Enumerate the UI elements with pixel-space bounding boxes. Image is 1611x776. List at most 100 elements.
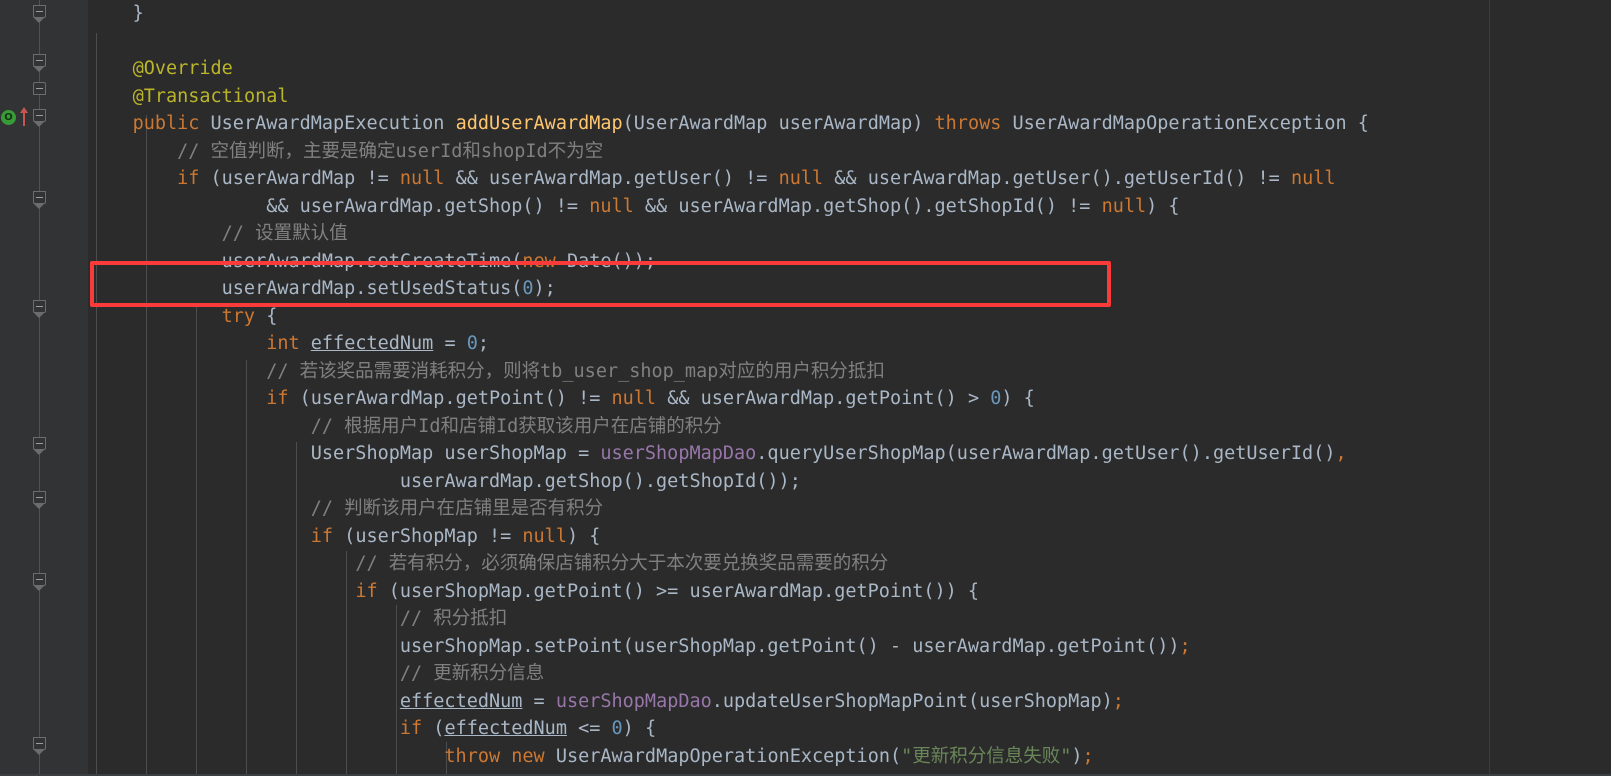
code-token: @Transactional xyxy=(132,85,289,107)
code-token: ) { xyxy=(1146,195,1180,217)
code-token: try xyxy=(221,305,256,327)
override-method-icon[interactable]: O xyxy=(1,106,35,126)
code-token: null xyxy=(399,168,445,189)
code-token: if xyxy=(177,168,200,189)
code-line[interactable]: // 若有积分，必须确保店铺积分大于本次要兑换奖品需要的积分 xyxy=(88,550,1611,578)
fold-marker-5[interactable] xyxy=(33,300,46,318)
fold-marker-8[interactable] xyxy=(33,573,46,591)
code-line[interactable]: // 判断该用户在店铺里是否有积分 xyxy=(88,495,1611,523)
code-line[interactable]: // 根据用户Id和店铺Id获取该用户在店铺的积分 xyxy=(88,413,1611,441)
code-token: effectedNum xyxy=(399,690,523,712)
code-token: ; xyxy=(1112,690,1124,712)
code-token: && userAwardMap.getUser() != xyxy=(444,168,779,189)
code-token: userAwardMap.setCreateTime( xyxy=(88,250,523,272)
code-token: addUserAwardMap xyxy=(455,113,623,134)
code-line[interactable]: if (effectedNum <= 0) { xyxy=(88,715,1611,743)
code-token: userAwardMap.getShop().getShopId()); xyxy=(88,470,801,492)
code-line[interactable]: // 空值判断，主要是确定userId和shopId不为空 xyxy=(88,138,1611,166)
code-lines-container[interactable]: } @Override @Transactional public UserAw… xyxy=(88,0,1611,770)
code-line[interactable]: throw new UserAwardMapOperationException… xyxy=(88,743,1611,771)
code-token: Date()); xyxy=(555,250,657,272)
code-line[interactable]: // 积分抵扣 xyxy=(88,605,1611,633)
code-token: null xyxy=(522,525,567,547)
code-token: // 积分抵扣 xyxy=(399,608,508,629)
code-token: null xyxy=(1101,195,1147,217)
code-editor: O } @Override @Transactional public User… xyxy=(0,0,1611,776)
code-token: ( xyxy=(422,718,445,739)
code-token: .queryUserShopMap(userAwardMap.getUser()… xyxy=(756,443,1336,464)
code-token: new xyxy=(511,745,545,767)
code-text-area[interactable]: } @Override @Transactional public UserAw… xyxy=(88,0,1611,776)
code-token: (userShopMap.getPoint() >= userAwardMap.… xyxy=(377,580,980,602)
code-token: UserAwardMapExecution xyxy=(199,113,456,134)
code-token: "更新积分信息失败" xyxy=(901,745,1072,767)
code-line[interactable]: if (userAwardMap != null && userAwardMap… xyxy=(88,165,1611,193)
code-line[interactable]: userAwardMap.setCreateTime(new Date()); xyxy=(88,248,1611,276)
code-line[interactable]: @Override xyxy=(88,55,1611,83)
code-line[interactable]: public UserAwardMapExecution addUserAwar… xyxy=(88,110,1611,138)
code-token: ) { xyxy=(1001,388,1035,409)
code-line[interactable]: && userAwardMap.getShop() != null && use… xyxy=(88,193,1611,221)
code-line[interactable]: effectedNum = userShopMapDao.updateUserS… xyxy=(88,688,1611,716)
code-line[interactable] xyxy=(88,28,1611,56)
code-line[interactable]: if (userShopMap.getPoint() >= userAwardM… xyxy=(88,578,1611,606)
code-line[interactable]: // 若该奖品需要消耗积分，则将tb_user_shop_map对应的用户积分抵… xyxy=(88,358,1611,386)
code-line[interactable]: } xyxy=(88,0,1611,28)
code-token: { xyxy=(255,305,278,327)
code-token: .updateUserShopMapPoint(userShopMap) xyxy=(711,690,1113,712)
fold-marker-2[interactable] xyxy=(33,82,46,95)
code-token: (userShopMap != xyxy=(333,525,523,547)
fold-marker-4[interactable] xyxy=(33,191,46,209)
code-line[interactable]: userShopMap.setPoint(userShopMap.getPoin… xyxy=(88,633,1611,661)
editor-gutter[interactable]: O xyxy=(0,0,88,776)
code-token: && userAwardMap.getShop().getShopId() != xyxy=(633,195,1102,217)
code-token: ) xyxy=(1071,745,1083,767)
fold-marker-7[interactable] xyxy=(33,491,46,509)
code-token: new xyxy=(522,250,556,272)
code-token: UserAwardMapOperationException( xyxy=(544,745,902,767)
code-line[interactable]: if (userAwardMap.getPoint() != null && u… xyxy=(88,385,1611,413)
code-line[interactable]: if (userShopMap != null) { xyxy=(88,523,1611,551)
code-token: UserShopMap userShopMap = xyxy=(88,443,601,464)
code-token: ) { xyxy=(566,525,601,547)
code-line[interactable]: @Transactional xyxy=(88,83,1611,111)
code-token: public xyxy=(132,113,200,134)
code-token: null xyxy=(778,168,824,189)
code-token: null xyxy=(589,195,634,217)
code-line[interactable]: int effectedNum = 0; xyxy=(88,330,1611,358)
code-token: } xyxy=(132,3,144,24)
fold-marker-9[interactable] xyxy=(33,737,46,755)
code-line[interactable]: // 设置默认值 xyxy=(88,220,1611,248)
code-token: (userAwardMap.getPoint() != xyxy=(288,388,612,409)
code-token: if xyxy=(399,718,423,739)
code-token: throws xyxy=(934,113,1002,134)
code-token: (UserAwardMap userAwardMap) xyxy=(622,113,935,134)
code-token: // 设置默认值 xyxy=(221,223,348,244)
code-line[interactable]: userAwardMap.getShop().getShopId()); xyxy=(88,468,1611,496)
code-token: 0 xyxy=(522,278,534,299)
code-token: <= xyxy=(566,718,612,739)
code-token: = xyxy=(522,690,556,712)
code-line[interactable]: userAwardMap.setUsedStatus(0); xyxy=(88,275,1611,303)
code-line[interactable]: UserShopMap userShopMap = userShopMapDao… xyxy=(88,440,1611,468)
code-line[interactable]: try { xyxy=(88,303,1611,331)
fold-marker-0[interactable] xyxy=(33,5,46,23)
code-token: ); xyxy=(533,278,556,299)
code-token: ; xyxy=(1082,745,1094,767)
fold-marker-6[interactable] xyxy=(33,437,46,455)
code-line[interactable]: // 更新积分信息 xyxy=(88,660,1611,688)
code-token: throw xyxy=(444,745,501,767)
fold-marker-1[interactable] xyxy=(33,54,46,72)
code-token: effectedNum xyxy=(310,333,434,354)
code-token: && userAwardMap.getShop() != xyxy=(88,195,590,217)
